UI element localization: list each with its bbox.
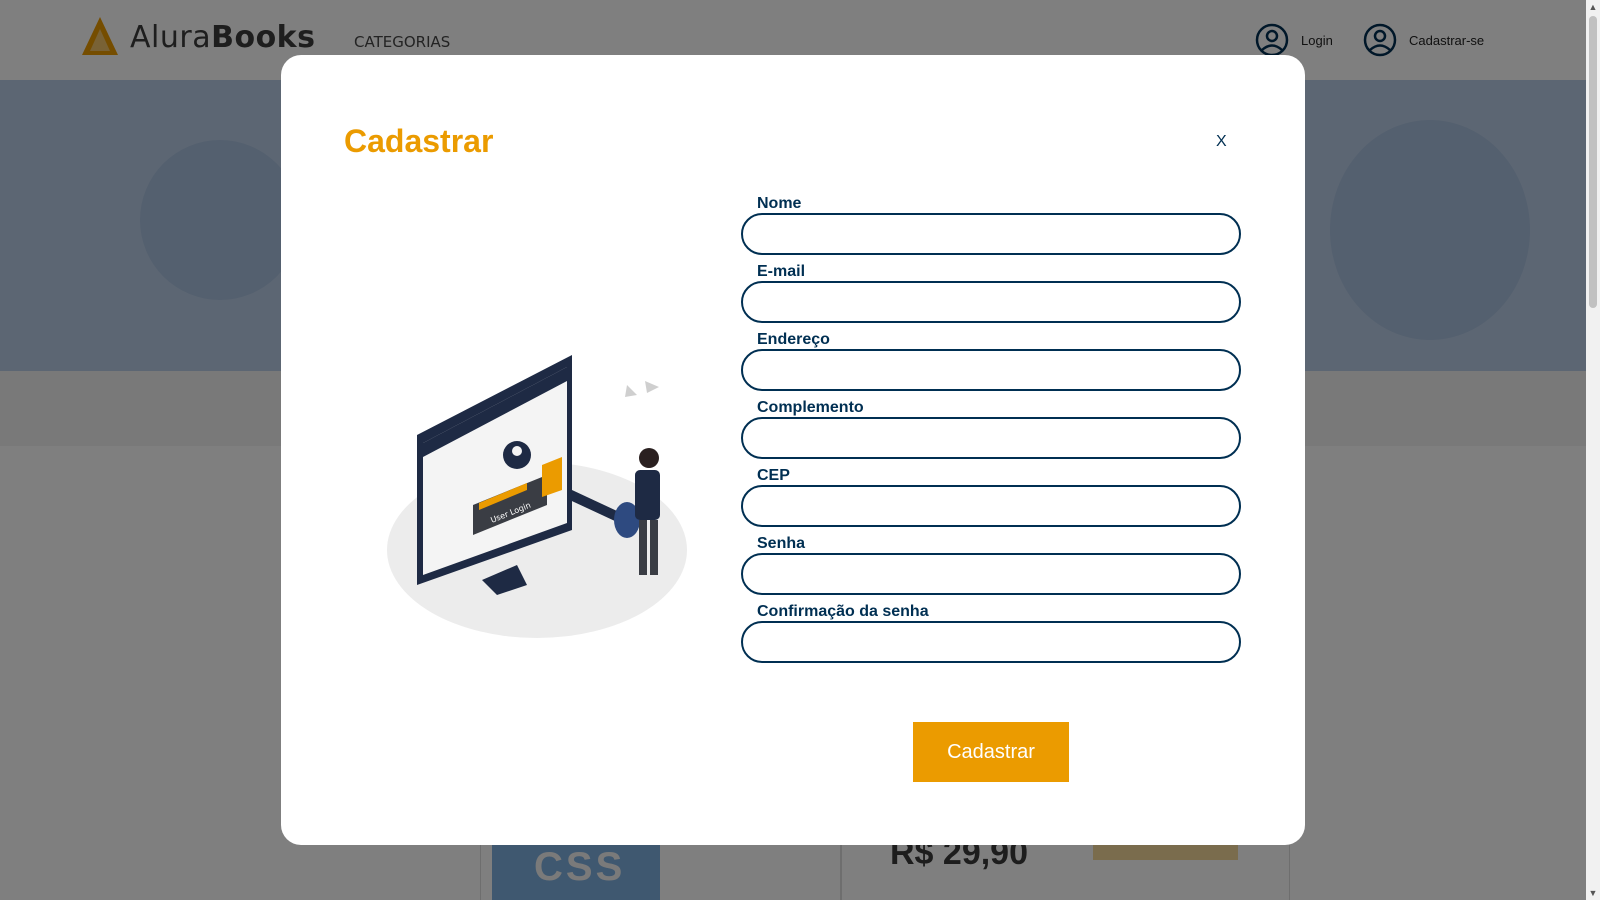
endereco-input[interactable] xyxy=(741,349,1241,391)
scrollbar-thumb[interactable] xyxy=(1589,16,1597,308)
confirmacao-senha-input[interactable] xyxy=(741,621,1241,663)
close-button[interactable]: X xyxy=(1216,133,1227,151)
confirmacao-senha-label: Confirmação da senha xyxy=(757,603,929,620)
endereco-label: Endereço xyxy=(757,331,830,348)
scroll-down-arrow-icon[interactable]: ▼ xyxy=(1586,888,1600,898)
submit-button[interactable]: Cadastrar xyxy=(913,722,1069,782)
senha-input[interactable] xyxy=(741,553,1241,595)
modal-title: Cadastrar xyxy=(344,123,494,159)
nome-label: Nome xyxy=(757,195,802,212)
cep-input[interactable] xyxy=(741,485,1241,527)
scroll-up-arrow-icon[interactable]: ▲ xyxy=(1586,2,1600,12)
email-label: E-mail xyxy=(757,263,806,280)
page-scrollbar[interactable]: ▲ ▼ xyxy=(1586,0,1600,900)
complemento-input[interactable] xyxy=(741,417,1241,459)
cep-label: CEP xyxy=(757,467,790,484)
senha-label: Senha xyxy=(757,535,806,552)
signup-modal: Cadastrar X User Login Nome E-mail Ender… xyxy=(281,55,1305,845)
email-input[interactable] xyxy=(741,281,1241,323)
user-login-illustration: User Login xyxy=(387,355,687,638)
complemento-label: Complemento xyxy=(757,399,864,416)
nome-input[interactable] xyxy=(741,213,1241,255)
